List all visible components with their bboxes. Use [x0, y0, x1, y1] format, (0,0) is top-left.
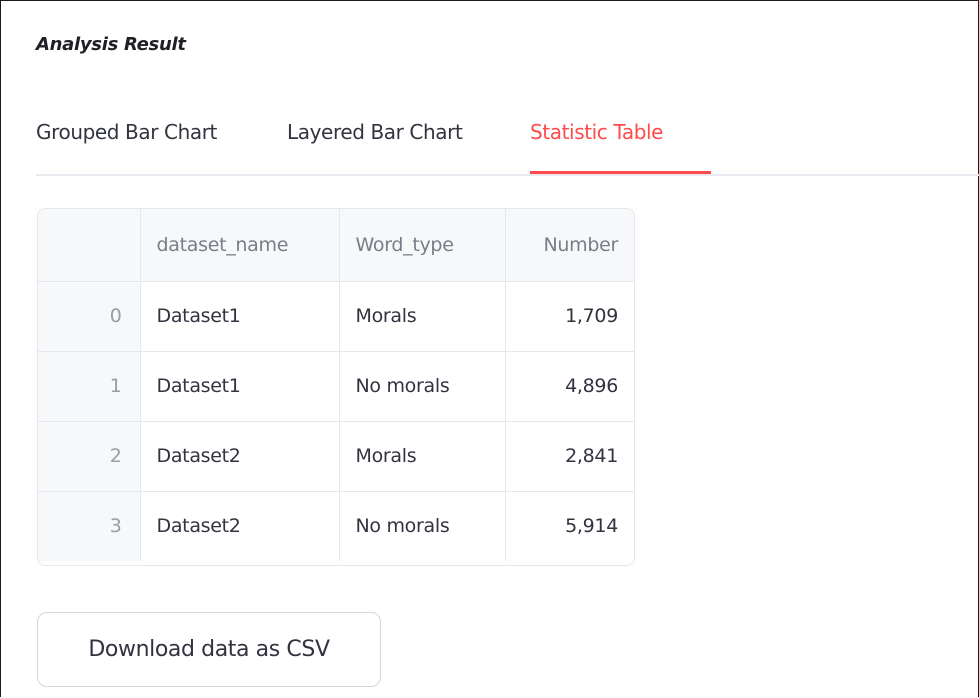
- table-row: 1 Dataset1 No morals 4,896: [38, 351, 634, 422]
- cell-dataset-name[interactable]: Dataset1: [140, 351, 340, 422]
- statistic-table: dataset_name Word_type Number 0 Dataset1…: [37, 208, 635, 566]
- row-index[interactable]: 3: [38, 491, 141, 561]
- cell-word-type[interactable]: No morals: [339, 491, 506, 561]
- row-index[interactable]: 1: [38, 351, 141, 422]
- cell-number[interactable]: 1,709: [505, 281, 634, 352]
- cell-word-type[interactable]: No morals: [339, 351, 506, 422]
- cell-number[interactable]: 2,841: [505, 421, 634, 492]
- cell-dataset-name[interactable]: Dataset1: [140, 281, 340, 352]
- tab-layered-bar-chart[interactable]: Layered Bar Chart: [287, 120, 463, 144]
- download-csv-button[interactable]: Download data as CSV: [37, 612, 381, 687]
- column-header-word-type[interactable]: Word_type: [339, 209, 506, 282]
- cell-word-type[interactable]: Morals: [339, 421, 506, 492]
- tab-statistic-table[interactable]: Statistic Table: [530, 120, 663, 144]
- column-header-index[interactable]: [38, 209, 141, 282]
- table-row: 2 Dataset2 Morals 2,841: [38, 421, 634, 492]
- row-index[interactable]: 2: [38, 421, 141, 492]
- column-header-number[interactable]: Number: [505, 209, 634, 282]
- row-index[interactable]: 0: [38, 281, 141, 352]
- cell-dataset-name[interactable]: Dataset2: [140, 491, 340, 561]
- section-title: Analysis Result: [36, 34, 186, 55]
- active-tab-indicator: [530, 171, 711, 174]
- table-header-row: dataset_name Word_type Number: [38, 209, 634, 282]
- cell-number[interactable]: 4,896: [505, 351, 634, 422]
- cell-dataset-name[interactable]: Dataset2: [140, 421, 340, 492]
- table-row: 3 Dataset2 No morals 5,914: [38, 491, 634, 561]
- tab-grouped-bar-chart[interactable]: Grouped Bar Chart: [36, 120, 217, 144]
- tab-bar: Grouped Bar Chart Layered Bar Chart Stat…: [36, 106, 979, 176]
- cell-word-type[interactable]: Morals: [339, 281, 506, 352]
- cell-number[interactable]: 5,914: [505, 491, 634, 561]
- column-header-dataset-name[interactable]: dataset_name: [140, 209, 340, 282]
- table-row: 0 Dataset1 Morals 1,709: [38, 281, 634, 352]
